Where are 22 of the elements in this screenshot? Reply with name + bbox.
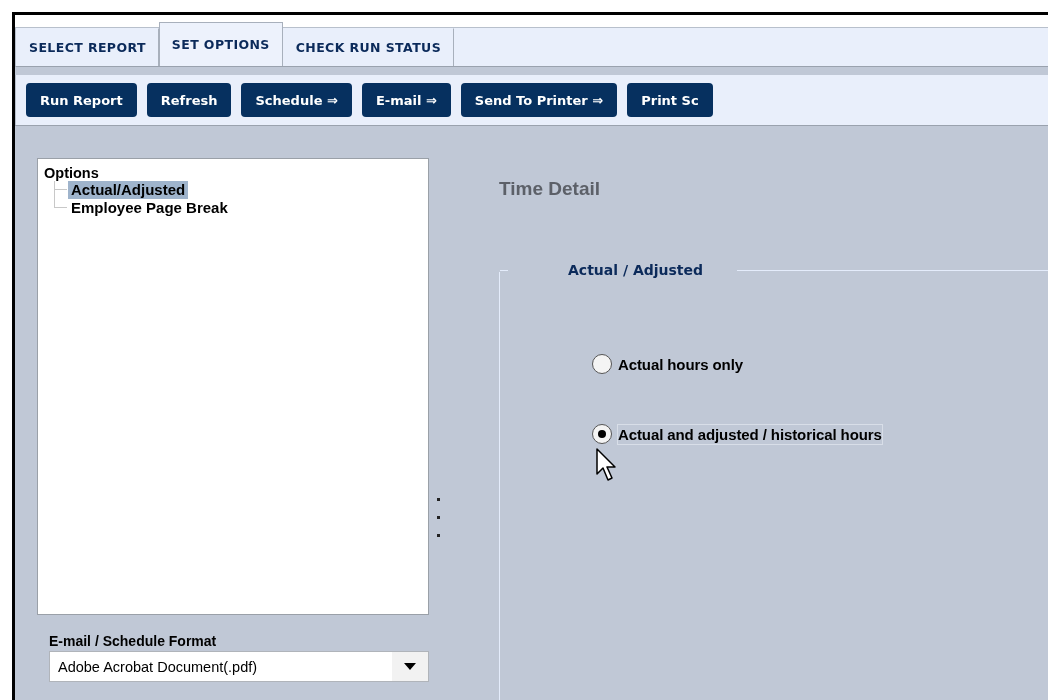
toolbar-button[interactable]: E-mail ⇒	[361, 83, 451, 117]
toolbar-button[interactable]: Print Sc	[627, 83, 713, 117]
tree-root-label: Options	[44, 165, 100, 181]
report-title: Time Detail	[499, 178, 602, 200]
radio-label[interactable]: Actual and adjusted / historical hours	[618, 424, 882, 444]
format-dropdown[interactable]: Adobe Acrobat Document(.pdf)	[49, 651, 429, 682]
radio-label[interactable]: Actual hours only	[618, 354, 743, 374]
radio-button[interactable]	[592, 354, 612, 374]
toolbar-button[interactable]: Refresh	[146, 83, 232, 117]
format-label: E-mail / Schedule Format	[49, 633, 218, 649]
toolbar-button[interactable]: Schedule ⇒	[241, 83, 352, 117]
tab[interactable]: CHECK RUN STATUS	[282, 28, 455, 66]
mouse-pointer-icon	[596, 448, 618, 482]
tab[interactable]: SET OPTIONS	[158, 22, 283, 66]
tree-item[interactable]: Employee Page Break	[68, 199, 231, 217]
radio-button[interactable]	[592, 424, 612, 444]
tree-item[interactable]: Actual/Adjusted	[68, 181, 189, 199]
tab[interactable]: SELECT REPORT	[16, 28, 159, 66]
toolbar-button[interactable]: Send To Printer ⇒	[460, 83, 618, 117]
group-legend: Actual / Adjusted	[534, 262, 738, 278]
dropdown-caret-icon	[404, 663, 416, 670]
toolbar-button[interactable]: Run Report	[26, 83, 137, 117]
